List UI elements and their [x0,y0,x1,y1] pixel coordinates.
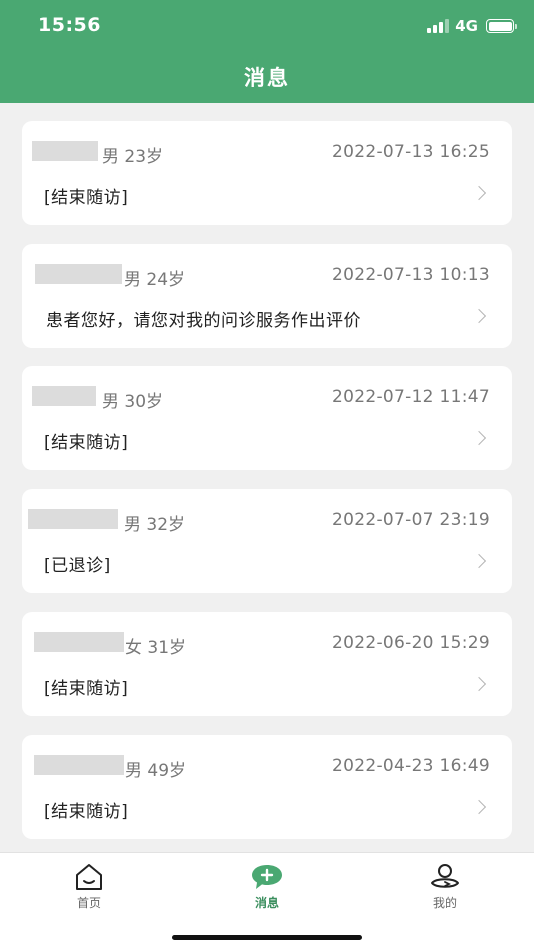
message-time: 2022-07-07 23:19 [332,510,490,530]
redacted-name [34,755,124,775]
patient-info: 男 32岁 [124,515,186,535]
tab-profile[interactable]: 我的 [400,863,490,911]
patient-info: 男 30岁 [102,392,164,412]
tab-label: 我的 [432,896,457,910]
home-indicator [172,935,362,940]
message-text: [结束随访] [44,188,129,208]
message-text: [结束随访] [44,679,129,699]
message-card[interactable]: 男 32岁 2022-07-07 23:19 [已退诊] [22,489,512,593]
message-text: [已退诊] [44,556,111,576]
bottom-tab-bar: 首页 消息 我的 [0,852,534,950]
signal-icon [427,19,450,33]
message-text: 患者您好，请您对我的问诊服务作出评价 [46,311,361,331]
message-card[interactable]: 女 31岁 2022-06-20 15:29 [结束随访] [22,612,512,716]
chevron-right-icon [471,430,487,446]
message-card[interactable]: 男 23岁 2022-07-13 16:25 [结束随访] [22,121,512,225]
app-header: 15:56 4G 消息 [0,0,534,103]
message-text: [结束随访] [44,802,129,822]
message-card[interactable]: 男 30岁 2022-07-12 11:47 [结束随访] [22,366,512,470]
home-icon [76,864,102,890]
message-time: 2022-06-20 15:29 [332,633,490,653]
status-time: 15:56 [38,14,101,36]
battery-icon [486,19,517,33]
chevron-right-icon [471,676,487,692]
tab-label: 消息 [254,896,279,910]
chevron-right-icon [471,553,487,569]
message-text: [结束随访] [44,433,129,453]
chevron-right-icon [471,185,487,201]
message-card[interactable]: 男 49岁 2022-04-23 16:49 [结束随访] [22,735,512,839]
redacted-name [32,386,96,406]
message-icon [252,865,282,889]
profile-icon [431,864,459,888]
redacted-name [28,509,118,529]
patient-info: 女 31岁 [125,638,187,658]
status-indicators: 4G [427,17,517,35]
patient-info: 男 23岁 [102,147,164,167]
redacted-name [34,632,124,652]
message-time: 2022-07-13 16:25 [332,142,490,162]
chevron-right-icon [471,308,487,324]
patient-info: 男 24岁 [124,270,186,290]
message-time: 2022-07-13 10:13 [332,265,490,285]
tab-home[interactable]: 首页 [44,863,134,911]
patient-info: 男 49岁 [125,761,187,781]
redacted-name [32,141,98,161]
tab-messages[interactable]: 消息 [222,863,312,911]
redacted-name [35,264,122,284]
status-bar: 15:56 4G [0,0,534,52]
message-time: 2022-07-12 11:47 [332,387,490,407]
tab-label: 首页 [76,896,101,910]
chevron-right-icon [471,799,487,815]
page-title: 消息 [244,66,290,90]
network-type: 4G [455,17,478,35]
message-time: 2022-04-23 16:49 [332,756,490,776]
message-card[interactable]: 男 24岁 2022-07-13 10:13 患者您好，请您对我的问诊服务作出评… [22,244,512,348]
